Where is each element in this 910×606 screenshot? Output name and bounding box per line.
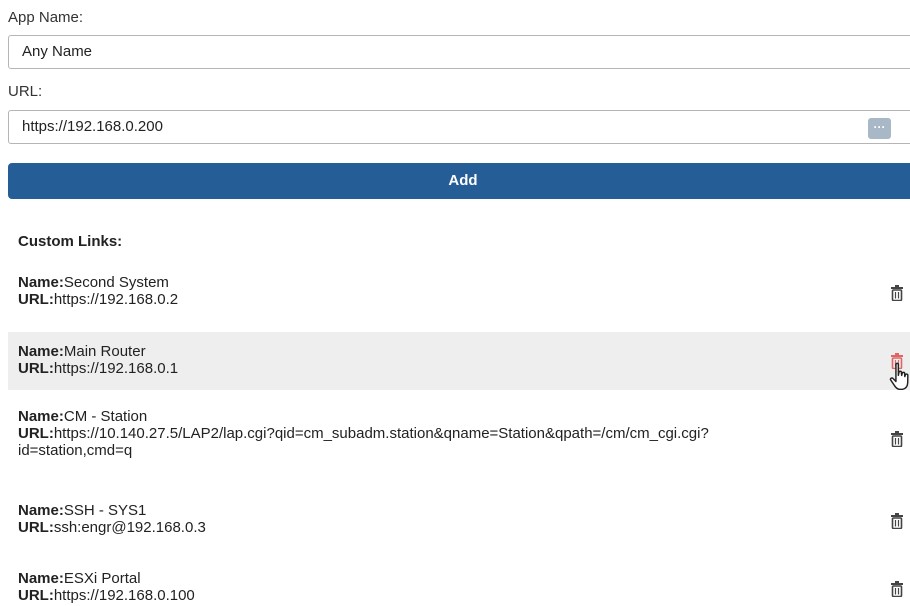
name-prefix: Name: [18, 274, 64, 291]
trash-icon[interactable] [890, 285, 904, 301]
app-name-label: App Name: [8, 9, 84, 26]
app-name-input[interactable]: Any Name [8, 35, 910, 69]
name-prefix: Name: [18, 343, 64, 360]
trash-icon[interactable] [890, 581, 904, 597]
url-prefix: URL: [18, 519, 54, 536]
list-item: Name:SSH - SYS1 URL:ssh:engr@192.168.0.3 [8, 502, 910, 538]
link-url-continued: id=station,cmd=q [18, 442, 133, 459]
link-url: ssh:engr@192.168.0.3 [53, 519, 206, 536]
link-url: https://192.168.0.1 [53, 360, 179, 377]
link-name: Second System [63, 274, 169, 291]
list-item: Name:ESXi Portal URL:https://192.168.0.1… [8, 570, 910, 606]
link-name: ESXi Portal [63, 570, 141, 587]
link-url: https://192.168.0.2 [53, 291, 179, 308]
url-label: URL: [8, 83, 43, 100]
link-url: https://192.168.0.100 [53, 587, 195, 604]
link-name: Main Router [63, 343, 146, 360]
trash-icon[interactable] [890, 513, 904, 529]
custom-links-title: Custom Links: [18, 233, 123, 250]
list-item: Name:CM - Station URL:https://10.140.27.… [8, 408, 910, 462]
list-item: Name:Second System URL:https://192.168.0… [8, 274, 910, 310]
link-name: CM - Station [63, 408, 148, 425]
name-prefix: Name: [18, 502, 64, 519]
name-prefix: Name: [18, 408, 64, 425]
url-prefix: URL: [18, 587, 54, 604]
name-prefix: Name: [18, 570, 64, 587]
link-name: SSH - SYS1 [63, 502, 147, 519]
url-prefix: URL: [18, 360, 54, 377]
trash-icon[interactable] [890, 431, 904, 447]
ellipsis-icon[interactable]: ··· [868, 118, 891, 139]
url-prefix: URL: [18, 291, 54, 308]
url-input[interactable]: https://192.168.0.200 [8, 110, 910, 144]
link-url: https://10.140.27.5/LAP2/lap.cgi?qid=cm_… [53, 425, 709, 442]
add-button[interactable]: Add [8, 163, 910, 199]
hand-cursor-icon [889, 362, 909, 391]
url-prefix: URL: [18, 425, 54, 442]
list-item: Name:Main Router URL:https://192.168.0.1 [8, 332, 910, 390]
